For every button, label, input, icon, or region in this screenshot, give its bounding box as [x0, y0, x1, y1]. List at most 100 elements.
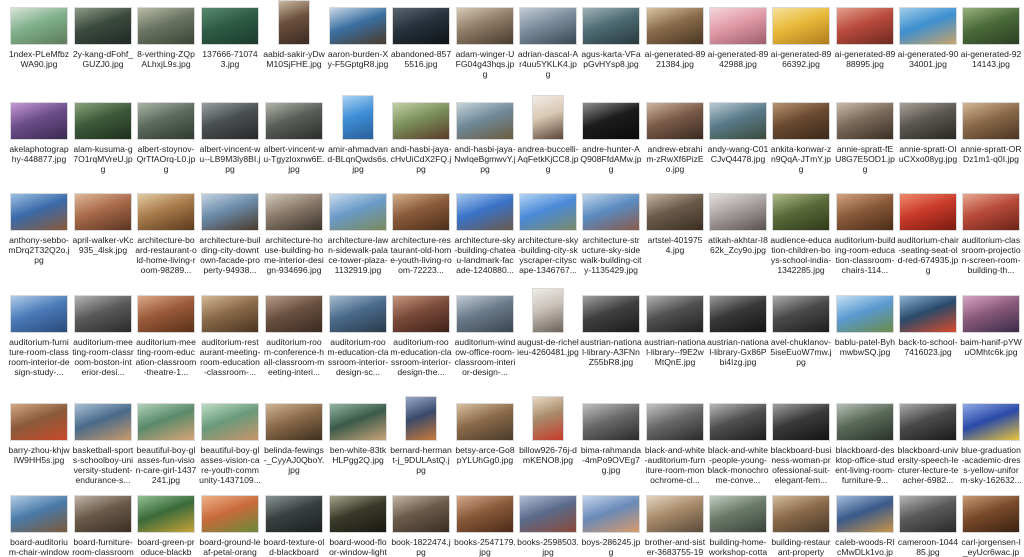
file-item[interactable]: brother-and-sister-3683755-19: [644, 488, 706, 557]
file-name-label[interactable]: ai-generated-9034001.jpg: [897, 49, 959, 69]
file-name-label[interactable]: agus-karta-VFapGvHYsp8.jpg: [580, 49, 642, 69]
file-item[interactable]: abandoned-8575516.jpg: [390, 0, 452, 69]
file-name-label[interactable]: anthony-sebbo-mDrq2T32Q2o.jpg: [8, 235, 70, 265]
image-thumbnail[interactable]: [519, 495, 577, 533]
image-thumbnail[interactable]: [709, 495, 767, 533]
file-item[interactable]: annie-spratt-fEU8G7E5OD1.jpg: [834, 95, 896, 174]
image-thumbnail[interactable]: [456, 495, 514, 533]
file-name-label[interactable]: 2y-kang-dFohf_GUZJ0.jpg: [72, 49, 134, 69]
image-thumbnail[interactable]: [532, 95, 564, 140]
image-thumbnail[interactable]: [265, 102, 323, 140]
file-name-label[interactable]: blue-graduation-academic-dress-yellow-un…: [960, 445, 1022, 485]
file-item[interactable]: ai-generated-9214143.jpg: [960, 0, 1022, 69]
file-name-label[interactable]: board-texture-old-blackboard: [263, 537, 325, 557]
file-item[interactable]: belinda-fewings-_CyyAJ0QboY.jpg: [263, 396, 325, 475]
image-thumbnail[interactable]: [899, 102, 957, 140]
file-name-label[interactable]: brother-and-sister-3683755-19: [644, 537, 706, 557]
file-name-label[interactable]: 1ndex-PLeMfbzWA90.jpg: [8, 49, 70, 69]
image-thumbnail[interactable]: [392, 7, 450, 45]
image-thumbnail[interactable]: [772, 403, 830, 441]
file-item[interactable]: blackboard-university-speech-lecturer-le…: [897, 396, 959, 485]
file-name-label[interactable]: blackboard-business-woman-professional-s…: [770, 445, 832, 485]
image-thumbnail[interactable]: [772, 7, 830, 45]
file-item[interactable]: black-and-white-people-young-black-monoc…: [707, 396, 769, 485]
file-name-label[interactable]: auditorium-building-room-education-class…: [834, 235, 896, 275]
file-name-label[interactable]: belinda-fewings-_CyyAJ0QboY.jpg: [263, 445, 325, 475]
file-name-label[interactable]: auditorium-classroom-projection-screen-r…: [960, 235, 1022, 275]
image-thumbnail[interactable]: [74, 7, 132, 45]
image-thumbnail[interactable]: [265, 495, 323, 533]
image-thumbnail[interactable]: [392, 495, 450, 533]
file-item[interactable]: akelaphotography-448877.jpg: [8, 95, 70, 164]
file-name-label[interactable]: boys-286245.jpg: [580, 537, 642, 557]
file-item[interactable]: building-home-workshop-cotta: [707, 488, 769, 557]
file-name-label[interactable]: barry-zhou-khjwIW9HH5s.jpg: [8, 445, 70, 465]
file-item[interactable]: annie-spratt-OIuCXxo08yg.jpg: [897, 95, 959, 164]
file-name-label[interactable]: 137666-710743.jpg: [199, 49, 261, 69]
file-name-label[interactable]: austrian-national-library--f9E2wMtQnE.jp…: [644, 337, 706, 367]
file-item[interactable]: auditorium-chair-seating-seat-old-red-67…: [897, 186, 959, 275]
image-thumbnail[interactable]: [10, 193, 68, 231]
file-item[interactable]: andre-hunter-AQ908FfdAMw.jpg: [580, 95, 642, 174]
file-name-label[interactable]: black-and-white-people-young-black-monoc…: [707, 445, 769, 485]
image-thumbnail[interactable]: [899, 193, 957, 231]
file-name-label[interactable]: basketball-sports-schoolboy-university-s…: [72, 445, 134, 485]
file-item[interactable]: bablu-patel-ByhmwbwSQ.jpg: [834, 288, 896, 357]
file-item[interactable]: ai-generated-9034001.jpg: [897, 0, 959, 69]
file-item[interactable]: andrew-ebrahim-zRwXf6PizEo.jpg: [644, 95, 706, 174]
file-name-label[interactable]: austrian-national-library-Gx86Pbi4Izg.jp…: [707, 337, 769, 367]
file-name-label[interactable]: andrea-buccelli-AqFetkKjCC8.jpg: [517, 144, 579, 174]
file-item[interactable]: austrian-national-library-A3FNnZ55bR8.jp…: [580, 288, 642, 367]
image-thumbnail[interactable]: [899, 495, 957, 533]
file-name-label[interactable]: annie-spratt-OIuCXxo08yg.jpg: [897, 144, 959, 164]
image-thumbnail[interactable]: [519, 193, 577, 231]
file-item[interactable]: ai-generated-8966392.jpg: [770, 0, 832, 69]
image-thumbnail[interactable]: [74, 193, 132, 231]
image-thumbnail[interactable]: [646, 7, 704, 45]
file-item[interactable]: august-de-richelieu-4260481.jpg: [517, 288, 579, 357]
file-name-label[interactable]: albert-vincent-wu--LB9M3ly8BI.jpg: [199, 144, 261, 174]
image-thumbnail[interactable]: [329, 495, 387, 533]
image-thumbnail[interactable]: [836, 295, 894, 333]
image-thumbnail[interactable]: [456, 102, 514, 140]
file-item[interactable]: adam-winger-UFG04g43hqs.jpg: [454, 0, 516, 79]
file-item[interactable]: books-2598503.jpg: [517, 488, 579, 557]
file-item[interactable]: 137666-710743.jpg: [199, 0, 261, 69]
file-item[interactable]: bima-rahmanda-4mPo9OVEg7g.jpg: [580, 396, 642, 475]
image-thumbnail[interactable]: [10, 102, 68, 140]
file-name-label[interactable]: architecture-board-restaurant-old-home-l…: [135, 235, 197, 275]
file-name-label[interactable]: board-green-produce-blackb: [135, 537, 197, 557]
file-item[interactable]: architecture-lawn-sidewalk-palace-tower-…: [327, 186, 389, 275]
file-name-label[interactable]: akelaphotography-448877.jpg: [8, 144, 70, 164]
image-thumbnail[interactable]: [392, 193, 450, 231]
file-name-label[interactable]: adrian-dascal-Ar4uu5YKLK4.jpg: [517, 49, 579, 79]
image-thumbnail[interactable]: [709, 403, 767, 441]
file-name-label[interactable]: architecture-house-building-home-interio…: [263, 235, 325, 275]
file-name-label[interactable]: avel-chuklanov-5iseEuoW7mw.jpg: [770, 337, 832, 367]
image-thumbnail[interactable]: [10, 295, 68, 333]
image-thumbnail[interactable]: [10, 7, 68, 45]
image-thumbnail[interactable]: [709, 193, 767, 231]
file-name-label[interactable]: board-furniture-room-classroom: [72, 537, 134, 557]
file-name-label[interactable]: annie-spratt-fEU8G7E5OD1.jpg: [834, 144, 896, 174]
file-name-label[interactable]: board-wood-floor-window-light: [327, 537, 389, 557]
image-thumbnail[interactable]: [836, 403, 894, 441]
file-item[interactable]: ankita-konwar-zn9QqA-JTmY.jpg: [770, 95, 832, 174]
file-item[interactable]: books-2547179.jpg: [454, 488, 516, 557]
image-thumbnail[interactable]: [709, 7, 767, 45]
image-thumbnail[interactable]: [646, 102, 704, 140]
image-thumbnail[interactable]: [962, 295, 1020, 333]
file-item[interactable]: architecture-sky-building-city-skyscrape…: [517, 186, 579, 275]
file-item[interactable]: ai-generated-8921384.jpg: [644, 0, 706, 69]
image-thumbnail[interactable]: [532, 288, 564, 333]
file-item[interactable]: amir-ahmadvand-BLqnQwds6s.jpg: [327, 95, 389, 174]
file-name-label[interactable]: 8-verthing-ZQpALhxjL9s.jpg: [135, 49, 197, 69]
file-name-label[interactable]: back-to-school-7416023.jpg: [897, 337, 959, 357]
file-item[interactable]: board-green-produce-blackb: [135, 488, 197, 557]
file-name-label[interactable]: ai-generated-8988995.jpg: [834, 49, 896, 69]
file-item[interactable]: artstel-4019754.jpg: [644, 186, 706, 255]
file-item[interactable]: board-texture-old-blackboard: [263, 488, 325, 557]
file-name-label[interactable]: building-home-workshop-cotta: [707, 537, 769, 557]
image-thumbnail[interactable]: [772, 295, 830, 333]
image-thumbnail[interactable]: [709, 102, 767, 140]
